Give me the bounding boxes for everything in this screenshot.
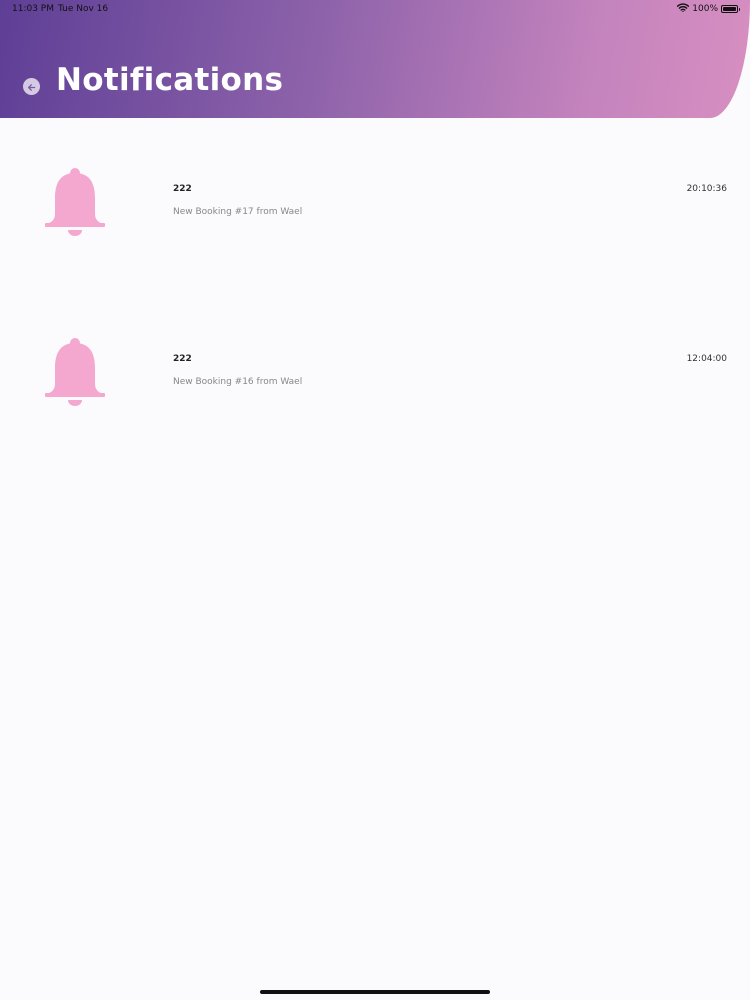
notification-list: 222 New Booking #17 from Wael 20:10:36 2… [0, 118, 750, 458]
back-button[interactable] [23, 78, 40, 95]
status-date: Tue Nov 16 [58, 4, 109, 14]
back-arrow-icon [27, 77, 36, 96]
status-bar: 11:03 PM Tue Nov 16 100% [0, 0, 750, 18]
notification-title: 222 [173, 184, 192, 194]
notification-message: New Booking #17 from Wael [173, 207, 303, 217]
notification-title: 222 [173, 354, 192, 364]
notification-item[interactable]: 222 New Booking #16 from Wael 12:04:00 [0, 288, 750, 458]
notification-item[interactable]: 222 New Booking #17 from Wael 20:10:36 [0, 118, 750, 288]
wifi-icon [677, 3, 690, 15]
notification-time: 20:10:36 [686, 184, 727, 194]
status-indicators: 100% [677, 3, 740, 15]
bell-icon [45, 338, 105, 414]
page-title: Notifications [56, 62, 284, 98]
home-indicator [260, 990, 490, 994]
battery-percentage: 100% [692, 4, 718, 14]
bell-icon [45, 168, 105, 244]
notification-message: New Booking #16 from Wael [173, 377, 303, 387]
status-time: 11:03 PM [12, 4, 54, 14]
notification-time: 12:04:00 [686, 354, 727, 364]
battery-icon [721, 5, 740, 13]
